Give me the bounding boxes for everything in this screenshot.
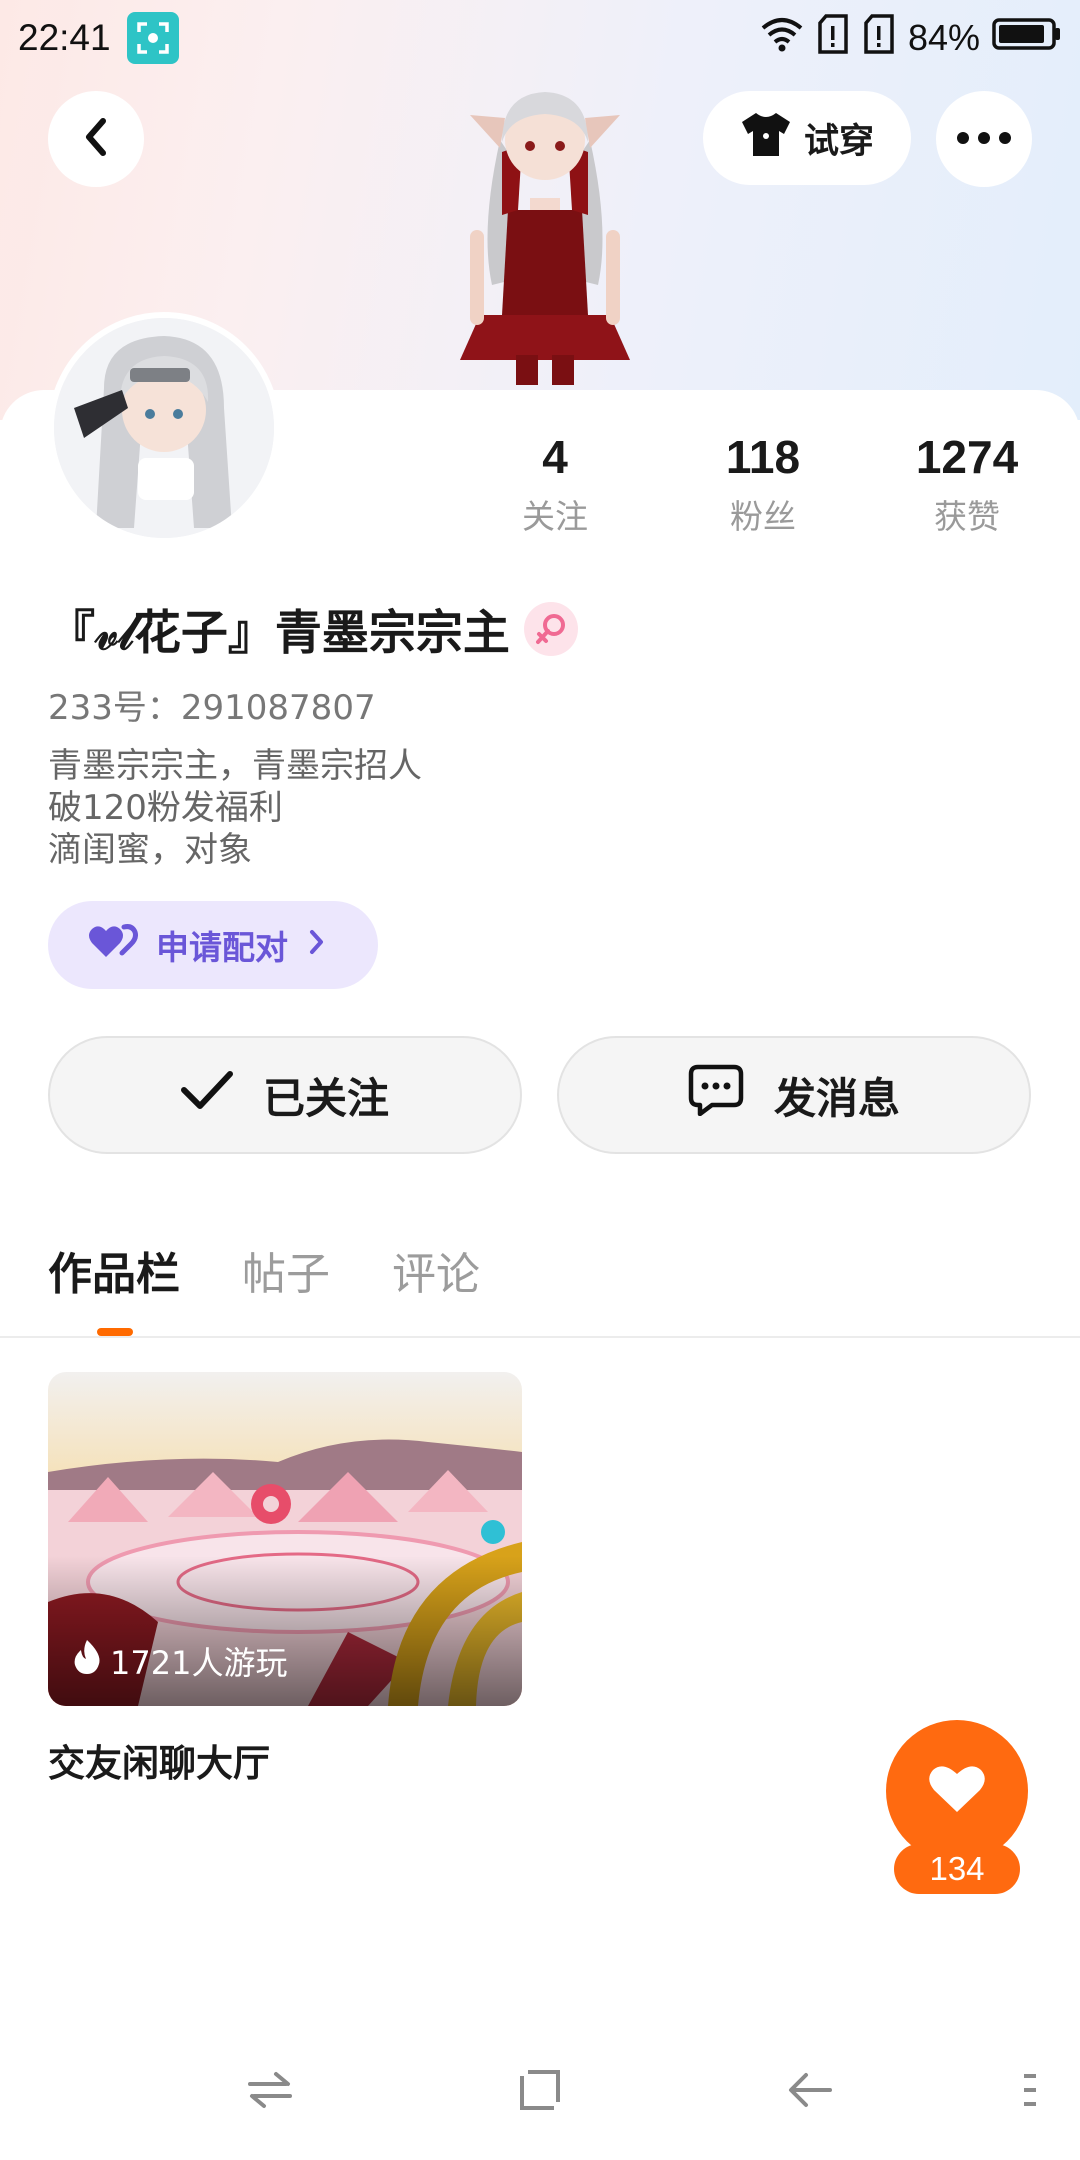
send-message-button[interactable]: 发消息	[557, 1036, 1031, 1154]
recent-apps-icon[interactable]	[240, 2060, 300, 2120]
female-gender-icon	[523, 601, 578, 656]
stat-likes[interactable]: 1274 获赞	[877, 430, 1057, 538]
wifi-icon	[760, 16, 804, 61]
stat-value: 118	[725, 431, 801, 483]
bio-line: 滴闺蜜，对象	[48, 830, 252, 870]
request-pair-label: 申请配对	[156, 928, 288, 967]
tabs-divider	[0, 1336, 1080, 1338]
battery-icon	[992, 17, 1062, 60]
sim2-icon	[862, 13, 896, 63]
bio-line: 破120粉发福利	[48, 788, 283, 828]
user-id: 233号：291087807	[48, 688, 376, 728]
name-row: 『𝓋𝓁花子』青墨宗宗主	[48, 594, 578, 663]
screen-record-icon	[126, 12, 179, 64]
status-time: 22:41	[18, 17, 111, 58]
play-count: 1721人游玩	[110, 1644, 288, 1682]
work-title[interactable]: 交友闲聊大厅	[48, 1733, 270, 1787]
following-button[interactable]: 已关注	[48, 1036, 522, 1154]
chat-bubble-icon	[688, 1064, 744, 1126]
tab-posts[interactable]: 帖子	[242, 1238, 330, 1302]
chevron-right-icon	[306, 926, 326, 965]
tab-comments[interactable]: 评论	[392, 1238, 480, 1302]
character-figure	[430, 70, 660, 390]
bio-line: 青墨宗宗主，青墨宗招人	[48, 746, 422, 786]
following-label: 已关注	[262, 1073, 389, 1123]
request-pair-button[interactable]: 申请配对	[48, 901, 378, 989]
stat-label: 粉丝	[730, 497, 796, 536]
back-arrow-icon[interactable]	[780, 2060, 840, 2120]
stat-following[interactable]: 4 关注	[465, 430, 645, 538]
try-on-button[interactable]: 试穿	[703, 91, 911, 185]
status-bar: 22:41 84%	[0, 0, 1080, 76]
like-count: 134	[894, 1844, 1020, 1894]
profile-bio: 青墨宗宗主，青墨宗招人 破120粉发福利 滴闺蜜，对象	[48, 745, 422, 871]
flame-icon	[72, 1638, 102, 1684]
double-heart-icon	[88, 921, 138, 969]
stat-label: 获赞	[934, 497, 1000, 536]
checkmark-icon	[180, 1070, 233, 1120]
profile-stats: 4 关注 118 粉丝 1274 获赞	[470, 430, 1070, 540]
stat-label: 关注	[522, 497, 588, 536]
chevron-left-icon	[79, 115, 113, 163]
like-button[interactable]	[886, 1720, 1028, 1862]
profile-name: 『𝓋𝓁花子』青墨宗宗主	[48, 606, 510, 661]
active-tab-indicator	[97, 1328, 133, 1336]
more-dots-icon	[956, 130, 1012, 149]
stat-followers[interactable]: 118 粉丝	[673, 430, 853, 538]
heart-icon	[927, 1762, 987, 1820]
menu-icon[interactable]	[1000, 2060, 1060, 2120]
shirt-icon	[740, 110, 792, 167]
battery-percent: 84%	[907, 17, 980, 58]
work-plays: 1721人游玩	[72, 1638, 287, 1684]
system-nav-bar	[0, 2040, 1080, 2140]
sim1-icon	[816, 13, 850, 63]
work-card[interactable]: 1721人游玩	[48, 1372, 522, 1706]
home-square-icon[interactable]	[510, 2060, 570, 2120]
avatar[interactable]	[48, 312, 280, 544]
back-button[interactable]	[48, 91, 144, 187]
stat-value: 1274	[915, 431, 1019, 483]
send-message-label: 发消息	[773, 1073, 900, 1123]
tab-works[interactable]: 作品栏	[48, 1238, 180, 1302]
content-tabs: 作品栏 帖子 评论	[48, 1238, 480, 1302]
more-options-button[interactable]	[936, 91, 1032, 187]
stat-value: 4	[542, 431, 568, 483]
try-on-label: 试穿	[803, 121, 874, 162]
